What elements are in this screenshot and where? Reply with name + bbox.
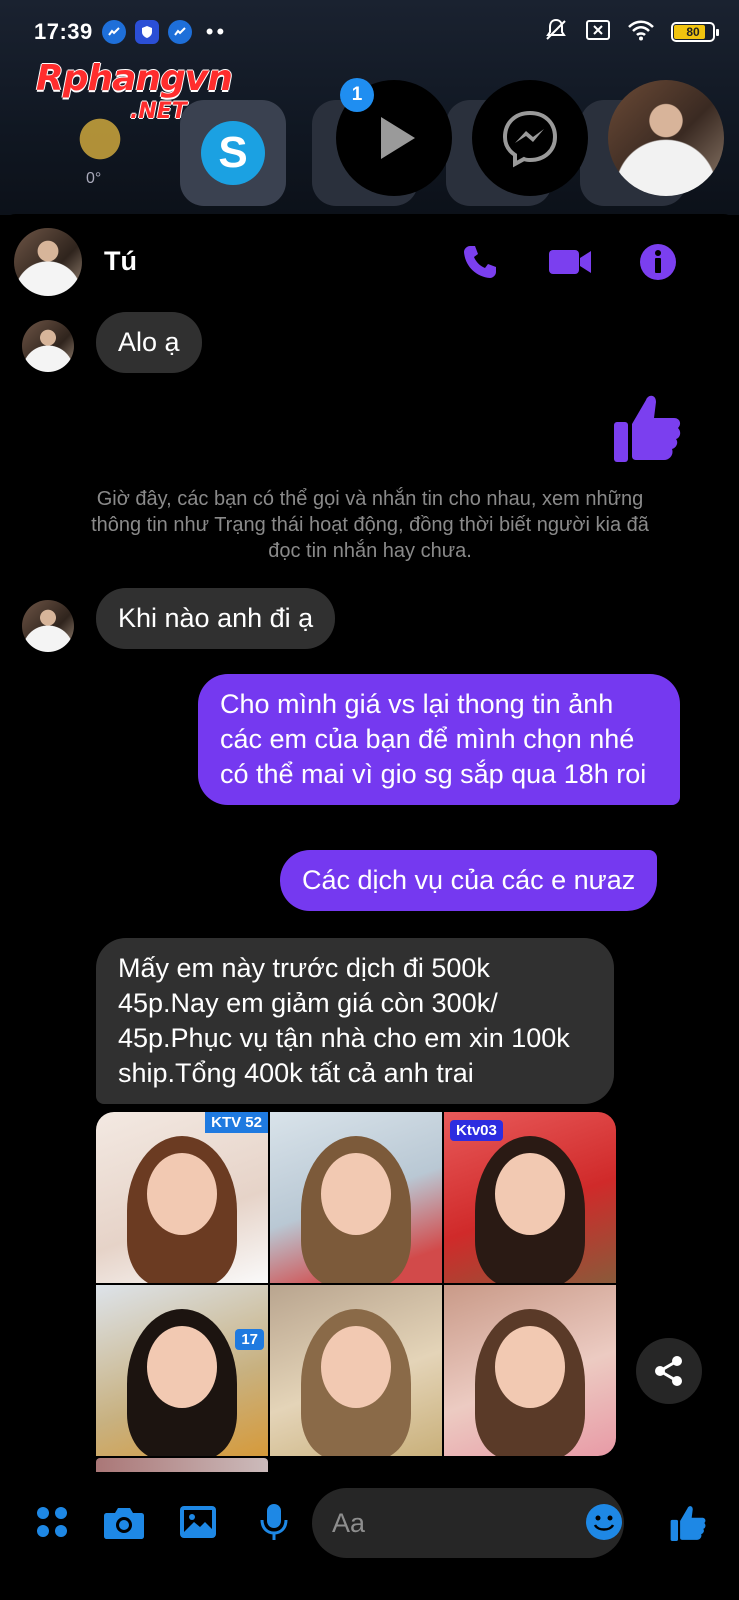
contact-name[interactable]: Tú — [104, 246, 137, 277]
status-time: 17:39 — [34, 19, 93, 44]
photo-face — [147, 1326, 217, 1409]
contact-chat-head[interactable] — [608, 80, 724, 196]
share-button[interactable] — [636, 1338, 702, 1404]
skype-app-tile[interactable]: S — [180, 100, 286, 206]
weather-temp: 0° — [86, 170, 102, 187]
contact-avatar[interactable] — [22, 600, 74, 652]
photo-face — [147, 1153, 217, 1236]
messenger-icon — [502, 110, 558, 168]
gallery-icon — [180, 1506, 216, 1538]
more-notifications-icon: •• — [205, 19, 228, 44]
sent-like-sticker[interactable] — [612, 388, 682, 469]
status-bar: 17:39 •• 80 — [34, 14, 719, 50]
like-icon — [670, 1506, 706, 1541]
voice-button[interactable] — [252, 1500, 296, 1544]
message-bubble[interactable]: Alo ạ — [96, 312, 202, 373]
weather-sun-icon — [70, 112, 130, 172]
emoji-button[interactable] — [582, 1500, 626, 1544]
wifi-icon — [627, 19, 655, 46]
camera-icon — [104, 1508, 144, 1539]
play-icon — [381, 117, 415, 159]
photo-thumbnail[interactable]: 17 — [96, 1285, 268, 1456]
photo-thumbnail[interactable] — [270, 1285, 442, 1456]
info-icon — [640, 244, 676, 280]
notification-badge: 1 — [340, 78, 374, 112]
send-like-button[interactable] — [666, 1500, 710, 1544]
photo-face — [495, 1326, 565, 1409]
contact-avatar[interactable] — [14, 228, 82, 296]
watermark-suffix: .NET — [130, 99, 187, 124]
apps-icon — [37, 1507, 67, 1537]
shield-app-icon — [134, 20, 159, 44]
battery-level: 80 — [686, 25, 700, 39]
photo-face — [495, 1153, 565, 1236]
mute-icon — [543, 17, 569, 48]
thumbs-up-icon — [614, 395, 681, 462]
photo-tag: 17 — [235, 1329, 264, 1350]
phone-call-button[interactable] — [456, 238, 504, 286]
photo-thumbnail[interactable] — [444, 1285, 616, 1456]
camera-button[interactable] — [102, 1500, 146, 1544]
system-note: Giờ đây, các bạn có thể gọi và nhắn tin … — [91, 488, 649, 562]
messenger-chat-head[interactable] — [472, 80, 588, 196]
photo-face — [321, 1153, 391, 1236]
video-call-icon — [549, 250, 591, 274]
message-bubble-sent[interactable]: Cho mình giá vs lại thong tin ảnh các em… — [198, 674, 680, 805]
message-input[interactable]: Aa — [312, 1488, 624, 1558]
message-composer: Aa — [0, 1484, 739, 1560]
contact-avatar[interactable] — [22, 320, 74, 372]
phone-icon — [464, 246, 496, 278]
chat-header: Tú — [0, 228, 739, 308]
photo-grid: KTV 52 Ktv03 17 — [96, 1112, 616, 1456]
message-input-placeholder: Aa — [332, 1507, 366, 1538]
photo-thumbnail[interactable] — [270, 1112, 442, 1283]
emoji-icon — [586, 1504, 622, 1540]
messenger-app-icon — [101, 20, 126, 44]
info-button[interactable] — [634, 238, 682, 286]
watermark-logo: Rphangvn — [36, 58, 233, 99]
skype-icon: S — [201, 121, 265, 185]
video-call-button[interactable] — [546, 238, 594, 286]
apps-button[interactable] — [30, 1500, 74, 1544]
photo-tag: KTV 52 — [205, 1112, 268, 1133]
photo-thumbnail-partial[interactable] — [96, 1458, 268, 1472]
sim-off-icon — [585, 19, 611, 46]
message-bubble[interactable]: Khi nào anh đi ạ — [96, 588, 336, 649]
gallery-button[interactable] — [176, 1500, 220, 1544]
photo-face — [321, 1326, 391, 1409]
messenger-app-icon — [167, 20, 192, 44]
message-bubble[interactable]: Mấy em này trước dịch đi 500k 45p.Nay em… — [96, 938, 614, 1104]
battery-icon: 80 — [671, 22, 719, 42]
photo-thumbnail[interactable]: KTV 52 — [96, 1112, 268, 1283]
mic-icon — [260, 1504, 288, 1540]
photo-thumbnail[interactable]: Ktv03 — [444, 1112, 616, 1283]
photo-tag: Ktv03 — [450, 1120, 503, 1141]
message-bubble-sent[interactable]: Các dịch vụ của các e nưaz — [280, 850, 658, 911]
system-nav-bar — [0, 1560, 739, 1600]
share-icon — [655, 1356, 682, 1386]
launcher-background: 17:39 •• 80 Rphangvn .NET 0° S 1 — [0, 0, 739, 215]
